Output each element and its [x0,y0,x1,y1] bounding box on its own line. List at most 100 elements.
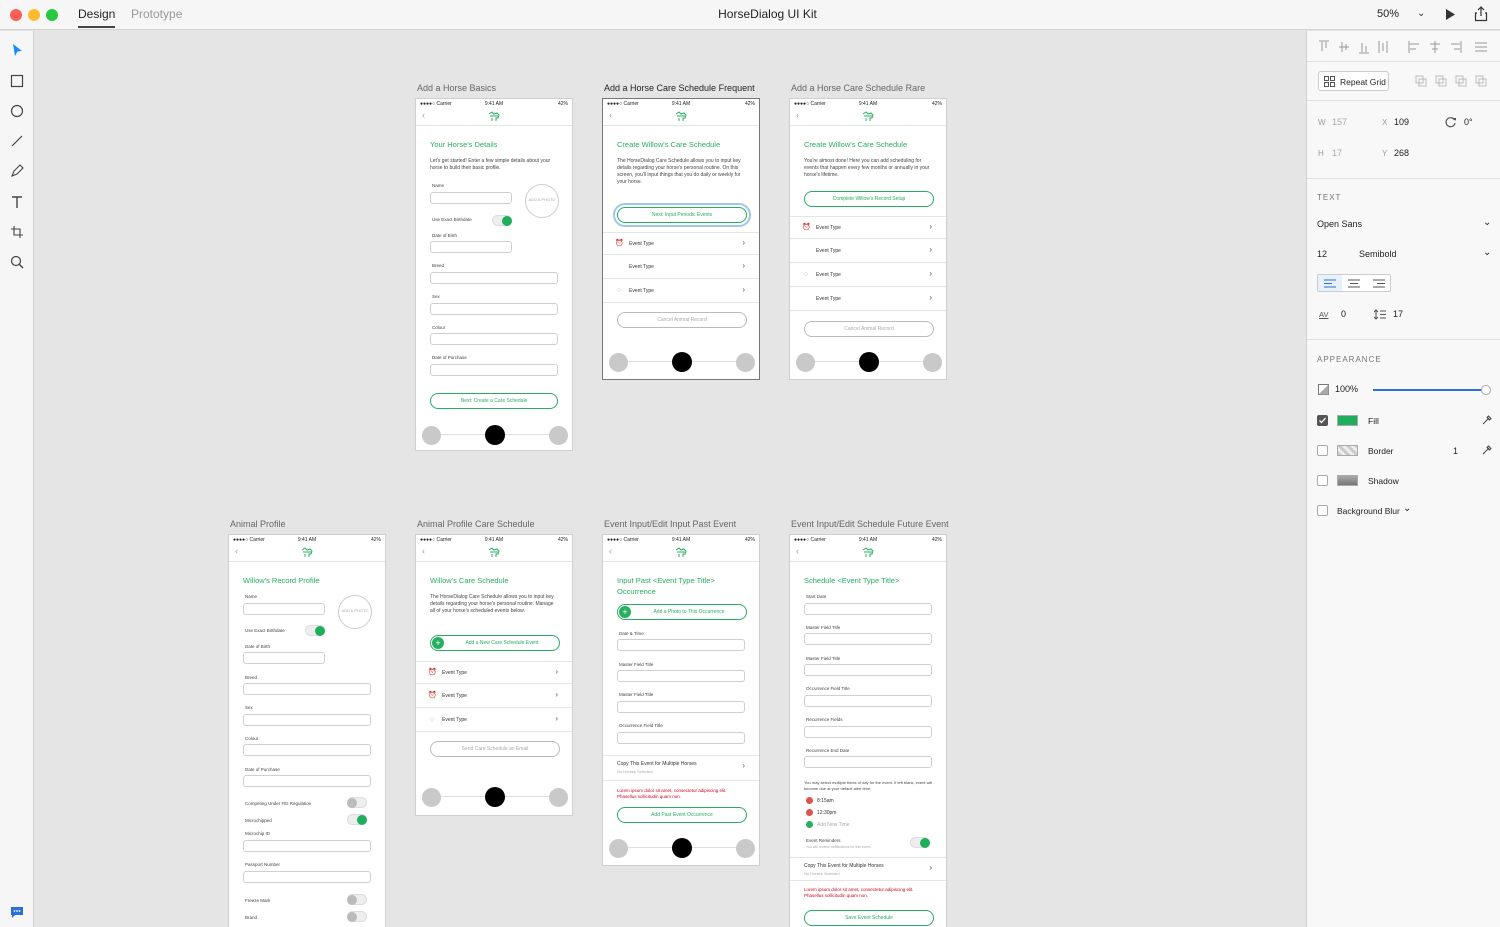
font-weight-select[interactable]: Semibold [1359,249,1397,259]
line-tool-icon[interactable] [9,133,25,149]
save-event-schedule-button[interactable]: Save Event Schedule [804,910,934,926]
event-row[interactable]: ⏰ Event Type › [416,661,572,684]
opacity-value[interactable]: 100% [1335,384,1358,394]
add-photo-occurrence-button[interactable]: + Add a Photo to This Occurrence [617,604,747,620]
zoom-chevron-down-icon[interactable]: ⌄ [1417,8,1425,19]
complete-record-setup-button[interactable]: Complete Willow's Record Setup [804,191,934,207]
event-row[interactable]: ⏰ Event Type › [416,685,572,708]
artboard-label[interactable]: Animal Profile [230,519,286,529]
exact-birthdate-toggle[interactable] [305,625,325,636]
chevron-down-icon[interactable]: ⌄ [1483,217,1491,228]
eyedropper-icon[interactable] [1482,445,1492,455]
font-family-select[interactable]: Open Sans [1317,219,1362,229]
align-right-icon[interactable] [1373,279,1385,288]
height-value[interactable]: 17 [1332,148,1342,158]
back-chevron-icon[interactable]: ‹ [609,110,612,120]
back-chevron-icon[interactable]: ‹ [235,546,238,556]
copy-event-row[interactable]: Copy This Event for Multiple Horses No Ho… [790,857,946,881]
border-color-swatch[interactable] [1337,445,1358,456]
sex-field[interactable] [243,714,371,726]
rectangle-tool-icon[interactable] [9,73,25,89]
pen-tool-icon[interactable] [9,163,25,179]
fill-color-swatch[interactable] [1337,415,1358,426]
event-row[interactable]: ○ Event Type › [790,264,946,287]
chevron-down-icon[interactable]: ⌄ [1403,503,1411,514]
next-input-periodic-events-button[interactable]: Next: Input Periodic Events [613,203,751,227]
artboard-label[interactable]: Add a Horse Care Schedule Rare [791,83,925,93]
name-field[interactable] [430,192,512,204]
border-width-value[interactable]: 1 [1453,446,1458,456]
back-chevron-icon[interactable]: ‹ [796,110,799,120]
zoom-tool-icon[interactable] [9,254,25,270]
event-row[interactable]: Event Type › [790,240,946,263]
play-preview-icon[interactable] [1444,8,1456,21]
align-horizontal-icons[interactable] [1407,39,1492,55]
start-date-field[interactable] [804,603,932,615]
master-field-1[interactable] [804,633,932,645]
add-photo-button[interactable]: ADD A PHOTO [338,595,372,629]
artboard-add-horse-basics[interactable]: ●●●●○ Carrier 9:41 AM 42% ‹ Your Horse's D… [415,98,573,451]
char-spacing-value[interactable]: 0 [1341,309,1346,319]
send-care-schedule-email-button[interactable]: Send Care Schedule as Email [430,741,560,757]
chevron-down-icon[interactable]: ⌄ [1483,247,1491,258]
text-tool-icon[interactable] [9,194,25,210]
repeat-grid-button[interactable]: Repeat Grid [1318,71,1389,91]
y-value[interactable]: 268 [1394,148,1409,158]
sex-field[interactable] [430,303,558,315]
font-size-value[interactable]: 12 [1317,249,1327,259]
recurrence-field[interactable] [804,726,932,738]
breed-field[interactable] [430,272,558,284]
artboard-input-past-event[interactable]: ●●●●○ Carrier 9:41 AM 42% ‹ Input Past <Ev… [602,534,760,866]
add-new-time-link[interactable]: Add New Time [817,822,850,828]
add-past-event-occurrence-button[interactable]: Add Past Event Occurrence [617,807,747,823]
opacity-slider-handle[interactable] [1481,385,1491,395]
back-chevron-icon[interactable]: ‹ [796,546,799,556]
event-row[interactable]: Event Type › [790,288,946,311]
event-row[interactable]: ○ Event Type › [416,709,572,732]
eyedropper-icon[interactable] [1482,415,1492,425]
cancel-animal-record-button[interactable]: Cancel Animal Record [617,312,747,328]
remove-time-icon[interactable] [806,809,813,816]
design-canvas[interactable]: Add a Horse Basics Add a Horse Care Sche… [35,31,1306,927]
microchip-id-field[interactable] [243,840,371,852]
shadow-checkbox[interactable] [1317,475,1328,486]
opacity-slider[interactable] [1373,385,1491,395]
back-chevron-icon[interactable]: ‹ [422,546,425,556]
artboard-care-schedule-frequent[interactable]: ●●●●○ Carrier 9:41 AM 42% ‹ Create Willow'… [602,98,760,380]
date-of-purchase-field[interactable] [243,775,371,787]
dob-field[interactable] [243,652,325,664]
rotation-value[interactable]: 0° [1464,117,1473,127]
artboard-animal-profile[interactable]: ●●●●○ Carrier 9:41 AM 42% ‹ Willow's Recor… [228,534,386,927]
passport-number-field[interactable] [243,871,371,883]
line-spacing-value[interactable]: 17 [1393,309,1403,319]
remove-time-icon[interactable] [806,797,813,804]
recurrence-end-date-field[interactable] [804,756,932,768]
align-center-icon[interactable] [1348,279,1360,288]
artboard-label[interactable]: Animal Profile Care Schedule [417,519,535,529]
fill-checkbox[interactable] [1317,415,1328,426]
share-icon[interactable] [1474,6,1488,22]
artboard-schedule-future-event[interactable]: ●●●●○ Carrier 9:41 AM 42% ‹ Schedule <Even… [789,534,947,927]
event-row[interactable]: Event Type › [603,256,759,279]
boolean-ops-icons[interactable] [1415,75,1495,89]
master-field-1[interactable] [617,670,745,682]
artboard-label[interactable]: Event Input/Edit Schedule Future Event [791,519,949,529]
artboard-tool-icon[interactable] [9,224,25,240]
microchipped-toggle[interactable] [347,814,367,825]
breed-field[interactable] [243,683,371,695]
zoom-level[interactable]: 50% [1377,8,1399,20]
add-time-icon[interactable] [806,821,813,828]
back-chevron-icon[interactable]: ‹ [422,110,425,120]
add-photo-button[interactable]: ADD A PHOTO [525,184,559,218]
border-checkbox[interactable] [1317,445,1328,456]
dob-field[interactable] [430,241,512,253]
back-chevron-icon[interactable]: ‹ [609,546,612,556]
event-row[interactable]: ⏰ Event Type › [603,232,759,255]
colour-field[interactable] [430,333,558,345]
occurrence-field[interactable] [617,732,745,744]
freeze-mark-toggle[interactable] [347,894,367,905]
add-care-schedule-event-button[interactable]: + Add a New Care Schedule Event [430,635,560,651]
background-blur-checkbox[interactable] [1317,505,1328,516]
date-time-field[interactable] [617,639,745,651]
artboard-label[interactable]: Add a Horse Basics [417,83,496,93]
